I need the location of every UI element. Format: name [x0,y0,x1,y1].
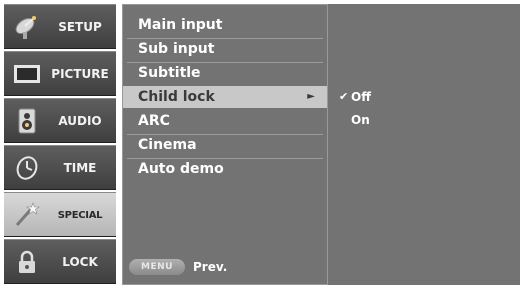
tab-setup[interactable]: SETUP [4,4,116,49]
tab-audio[interactable]: AUDIO [4,98,116,143]
tab-lock-label: LOCK [62,255,98,269]
satellite-dish-icon [12,14,42,40]
special-menu-panel: Main input Sub input Subtitle Child lock… [122,4,328,285]
menu-item-cinema[interactable]: Cinema [123,134,327,156]
menu-item-label: Main input [138,17,223,33]
clock-icon [12,155,42,181]
wand-icon [12,202,42,228]
menu-item-label: ARC [138,113,170,129]
child-lock-submenu: ✔ Off On [328,4,520,285]
submenu-option-label: Off [351,90,371,104]
menu-item-auto-demo[interactable]: Auto demo [123,158,327,180]
tab-setup-label: SETUP [58,20,102,34]
menu-item-sub-input[interactable]: Sub input [123,38,327,60]
menu-key-button[interactable]: MENU [129,259,185,275]
category-sidebar: SETUP PICTURE AUDIO TIME SPECIAL LOCK [4,4,116,285]
menu-item-child-lock[interactable]: Child lock ► [123,86,327,108]
menu-item-label: Subtitle [138,65,201,81]
prev-label: Prev. [193,260,228,274]
checkmark-icon: ✔ [339,90,349,103]
menu-item-subtitle[interactable]: Subtitle [123,62,327,84]
tab-audio-label: AUDIO [58,114,102,128]
menu-item-main-input[interactable]: Main input [123,14,327,36]
tab-lock[interactable]: LOCK [4,239,116,284]
padlock-icon [12,249,42,275]
speaker-icon [12,108,42,134]
tab-special-label: SPECIAL [57,209,103,221]
menu-item-label: Cinema [138,137,197,153]
menu-item-arc[interactable]: ARC [123,110,327,132]
submenu-option-on[interactable]: On [328,110,448,130]
tab-time[interactable]: TIME [4,145,116,190]
submenu-arrow-icon: ► [307,91,315,102]
submenu-option-off[interactable]: ✔ Off [328,87,448,107]
tv-screen-icon [12,61,42,87]
tab-picture[interactable]: PICTURE [4,51,116,96]
tab-special[interactable]: SPECIAL [4,192,116,237]
tab-picture-label: PICTURE [51,67,109,81]
menu-item-label: Child lock [138,89,215,105]
menu-item-label: Sub input [138,41,215,57]
submenu-option-label: On [351,113,370,127]
tab-time-label: TIME [63,161,97,175]
menu-footer: MENU Prev. [129,258,227,276]
menu-item-label: Auto demo [138,161,224,177]
